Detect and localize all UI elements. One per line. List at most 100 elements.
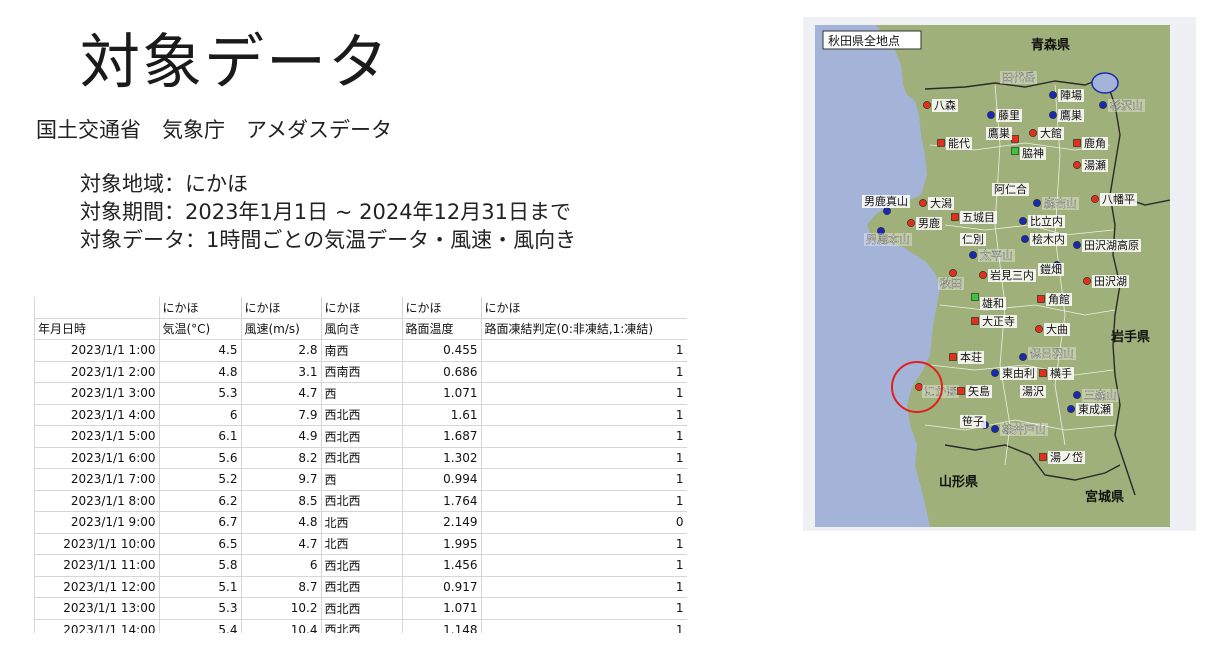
- table-cell[interactable]: 2023/1/1 9:00: [35, 511, 160, 534]
- table-cell[interactable]: 7.9: [241, 404, 322, 426]
- station-marker-honjo[interactable]: [949, 353, 957, 361]
- table-cell[interactable]: 西: [321, 382, 403, 405]
- station-marker-ogahamayama[interactable]: [883, 207, 891, 215]
- table-cell[interactable]: 路面温度: [402, 318, 482, 340]
- station-marker-hitachinai[interactable]: [1019, 217, 1027, 225]
- table-cell[interactable]: 2023/1/1 11:00: [35, 554, 160, 577]
- station-marker-taishoji[interactable]: [971, 317, 979, 325]
- station-marker-hinokinai[interactable]: [1021, 235, 1029, 243]
- table-cell[interactable]: 1: [481, 425, 687, 448]
- table-cell[interactable]: 2023/1/1 14:00: [35, 619, 160, 633]
- table-cell[interactable]: 1: [481, 339, 687, 362]
- table-cell[interactable]: 西北西: [321, 554, 403, 577]
- table-cell[interactable]: 1: [481, 490, 687, 512]
- table-cell[interactable]: 2023/1/1 6:00: [35, 447, 160, 469]
- table-cell[interactable]: 2023/1/1 7:00: [35, 468, 160, 491]
- table-cell[interactable]: 西: [321, 468, 403, 491]
- table-cell[interactable]: 路面凍結判定(0:非凍結,1:凍結): [481, 318, 687, 340]
- station-marker-wakigami[interactable]: [1011, 147, 1019, 155]
- table-cell[interactable]: 2023/1/1 5:00: [35, 425, 160, 448]
- station-marker-ogata[interactable]: [919, 199, 927, 207]
- table-cell[interactable]: 0.994: [402, 468, 482, 491]
- table-cell[interactable]: 西北西: [321, 404, 403, 426]
- table-cell[interactable]: 1: [481, 576, 687, 598]
- table-cell[interactable]: 1: [481, 382, 687, 405]
- table-cell[interactable]: 西北西: [321, 619, 403, 633]
- table-cell[interactable]: 5.2: [159, 468, 242, 491]
- table-cell[interactable]: 4.5: [159, 339, 242, 362]
- table-cell[interactable]: 5.3: [159, 382, 242, 405]
- table-cell[interactable]: 風向き: [321, 318, 403, 340]
- table-cell[interactable]: 5.8: [159, 554, 242, 577]
- table-cell[interactable]: 8.7: [241, 576, 322, 598]
- table-cell[interactable]: 1.456: [402, 554, 482, 577]
- station-marker-jinba[interactable]: [1049, 91, 1057, 99]
- table-cell[interactable]: 1.148: [402, 619, 482, 633]
- table-cell[interactable]: 6.5: [159, 533, 242, 555]
- table-cell[interactable]: 3.1: [241, 361, 322, 383]
- table-cell[interactable]: 0.917: [402, 576, 482, 598]
- table-cell[interactable]: にかほ: [481, 297, 687, 319]
- station-marker-takanosu_sq[interactable]: [1011, 135, 1019, 143]
- station-marker-akita[interactable]: [949, 269, 957, 277]
- table-cell[interactable]: 西南西: [321, 361, 403, 383]
- table-cell[interactable]: 0.455: [402, 339, 482, 362]
- station-marker-takanosu[interactable]: [1049, 111, 1057, 119]
- table-cell[interactable]: 風速(m/s): [241, 318, 322, 340]
- station-marker-kakunodate[interactable]: [1037, 295, 1045, 303]
- table-cell[interactable]: 西北西: [321, 576, 403, 598]
- station-marker-higashiyuri[interactable]: [991, 369, 999, 377]
- table-cell[interactable]: 5.4: [159, 619, 242, 633]
- station-marker-iwamisannai[interactable]: [979, 271, 987, 279]
- table-cell[interactable]: 5.1: [159, 576, 242, 598]
- station-marker-odate[interactable]: [1029, 129, 1037, 137]
- table-cell[interactable]: 4.9: [241, 425, 322, 448]
- table-cell[interactable]: 2023/1/1 13:00: [35, 597, 160, 620]
- table-cell[interactable]: 6.2: [159, 490, 242, 512]
- table-cell[interactable]: 0.686: [402, 361, 482, 383]
- station-marker-hoshoyama[interactable]: [1019, 353, 1027, 361]
- table-cell[interactable]: 1: [481, 554, 687, 577]
- table-cell[interactable]: 5.3: [159, 597, 242, 620]
- table-cell[interactable]: 1: [481, 361, 687, 383]
- table-cell[interactable]: 1: [481, 468, 687, 491]
- table-cell[interactable]: にかほ: [159, 297, 242, 319]
- station-marker-sugisawayama[interactable]: [1099, 101, 1107, 109]
- table-cell[interactable]: 1: [481, 597, 687, 620]
- station-marker-yokote[interactable]: [1039, 369, 1047, 377]
- table-cell[interactable]: 2023/1/1 3:00: [35, 382, 160, 405]
- table-cell[interactable]: 2023/1/1 8:00: [35, 490, 160, 512]
- table-cell[interactable]: 1.764: [402, 490, 482, 512]
- table-cell[interactable]: 8.2: [241, 447, 322, 469]
- station-marker-yashima[interactable]: [957, 387, 965, 395]
- station-marker-noshiro[interactable]: [937, 139, 945, 147]
- station-marker-fujisato[interactable]: [987, 111, 995, 119]
- table-cell[interactable]: [35, 297, 160, 319]
- table-cell[interactable]: 2023/1/1 10:00: [35, 533, 160, 555]
- table-cell[interactable]: 0: [481, 511, 687, 534]
- table-cell[interactable]: 10.2: [241, 597, 322, 620]
- table-cell[interactable]: 6.7: [159, 511, 242, 534]
- table-cell[interactable]: 西北西: [321, 490, 403, 512]
- table-cell[interactable]: 気温(°C): [159, 318, 242, 340]
- table-cell[interactable]: 4.7: [241, 533, 322, 555]
- station-marker-higashinaruse[interactable]: [1067, 405, 1075, 413]
- table-cell[interactable]: 西北西: [321, 425, 403, 448]
- table-cell[interactable]: 北西: [321, 511, 403, 534]
- table-cell[interactable]: 4.7: [241, 382, 322, 405]
- table-cell[interactable]: 8.5: [241, 490, 322, 512]
- table-cell[interactable]: 1.61: [402, 404, 482, 426]
- station-marker-nikaho[interactable]: [915, 383, 923, 391]
- station-marker-gojome[interactable]: [951, 213, 959, 221]
- table-cell[interactable]: 1.687: [402, 425, 482, 448]
- station-marker-omagari[interactable]: [1035, 325, 1043, 333]
- table-cell[interactable]: 10.4: [241, 619, 322, 633]
- station-marker-sannaisan[interactable]: [1073, 391, 1081, 399]
- table-cell[interactable]: 6.1: [159, 425, 242, 448]
- station-marker-hiuchiyama[interactable]: [991, 425, 999, 433]
- table-cell[interactable]: 1.302: [402, 447, 482, 469]
- station-marker-tazawako_kogen[interactable]: [1073, 241, 1081, 249]
- table-cell[interactable]: 年月日時: [35, 318, 160, 340]
- table-cell[interactable]: 1: [481, 447, 687, 469]
- table-cell[interactable]: 1: [481, 533, 687, 555]
